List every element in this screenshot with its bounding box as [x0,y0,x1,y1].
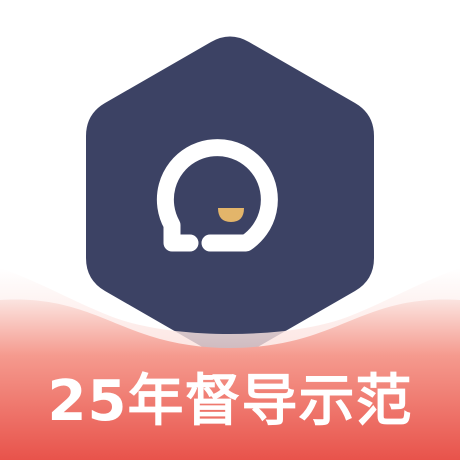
banner-title: 25年督导示范 [47,369,413,434]
hexagon-logo [86,36,374,358]
app-icon-tile: 25年督导示范 [0,0,460,460]
hexagon-shape [86,36,374,358]
